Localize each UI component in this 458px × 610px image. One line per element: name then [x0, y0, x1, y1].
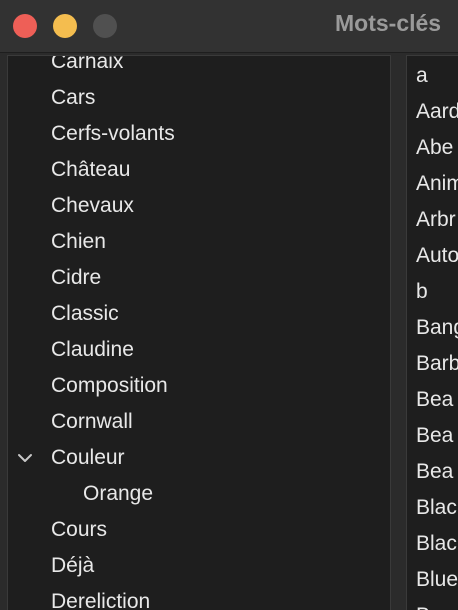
- keyword-list-item[interactable]: Blue: [407, 562, 458, 598]
- zoom-window-button[interactable]: [93, 14, 117, 38]
- keyword-list-item[interactable]: Arbr: [407, 202, 458, 238]
- keyword-label: Déjà: [51, 554, 95, 577]
- keyword-row[interactable]: Chien: [8, 224, 390, 260]
- keyword-list-item[interactable]: a: [407, 58, 458, 94]
- keyword-row[interactable]: Chevaux: [8, 188, 390, 224]
- chevron-down-icon[interactable]: [16, 440, 34, 476]
- keyword-row[interactable]: Couleur: [8, 440, 390, 476]
- keyword-outline-list: Carhaix Cars Cerfs-volants Château Chevaux Ch…: [8, 55, 390, 610]
- keyword-list-panel[interactable]: aAardAbeAnimArbrAutobBangBarbBeaBeaBeaBl…: [406, 55, 458, 610]
- minimize-window-button[interactable]: [53, 14, 77, 38]
- keyword-list-item[interactable]: Blac: [407, 526, 458, 562]
- keyword-list-item[interactable]: Bea: [407, 418, 458, 454]
- keyword-label: Cornwall: [51, 410, 133, 433]
- keyword-label: Claudine: [51, 338, 134, 361]
- keyword-label: Chevaux: [51, 194, 134, 217]
- keyword-list-item[interactable]: Abe: [407, 130, 458, 166]
- keyword-alpha-list: aAardAbeAnimArbrAutobBangBarbBeaBeaBeaBl…: [407, 58, 458, 610]
- keyword-label: Cars: [51, 86, 96, 109]
- keyword-label: Classic: [51, 302, 119, 325]
- keyword-row[interactable]: Cidre: [8, 260, 390, 296]
- keyword-row[interactable]: Classic: [8, 296, 390, 332]
- keyword-row[interactable]: Cars: [8, 80, 390, 116]
- keyword-row[interactable]: Déjà: [8, 548, 390, 584]
- keyword-label: Dereliction: [51, 590, 151, 610]
- keyword-label: Cours: [51, 518, 108, 541]
- keyword-label: Château: [51, 158, 131, 181]
- keyword-list-item[interactable]: Anim: [407, 166, 458, 202]
- keywords-window: Mots-clés Carhaix Cars Cerfs-volants Châtea…: [0, 0, 458, 610]
- keyword-label: Chien: [51, 230, 106, 253]
- keyword-list-item[interactable]: Auto: [407, 238, 458, 274]
- keyword-row[interactable]: Cours: [8, 512, 390, 548]
- keyword-row[interactable]: Carhaix: [8, 55, 390, 80]
- keyword-row[interactable]: Claudine: [8, 332, 390, 368]
- window-title: Mots-clés: [335, 10, 442, 36]
- keyword-row[interactable]: Cerfs-volants: [8, 116, 390, 152]
- keyword-row[interactable]: Dereliction: [8, 584, 390, 610]
- keyword-row[interactable]: Orange: [8, 476, 390, 512]
- keyword-label: Couleur: [51, 446, 125, 469]
- keyword-list-item[interactable]: Aard: [407, 94, 458, 130]
- keyword-label: Cidre: [51, 266, 102, 289]
- keyword-outline-panel[interactable]: Carhaix Cars Cerfs-volants Château Chevaux Ch…: [7, 55, 391, 610]
- keyword-row[interactable]: Composition: [8, 368, 390, 404]
- keyword-list-item[interactable]: Blac: [407, 490, 458, 526]
- keyword-label: Orange: [83, 482, 154, 505]
- keyword-label: Carhaix: [51, 55, 124, 73]
- keyword-list-item[interactable]: b: [407, 274, 458, 310]
- close-window-button[interactable]: [13, 14, 37, 38]
- keyword-list-item[interactable]: Bro: [407, 598, 458, 610]
- keyword-list-item[interactable]: Barb: [407, 346, 458, 382]
- keyword-list-item[interactable]: Bea: [407, 382, 458, 418]
- keyword-row[interactable]: Cornwall: [8, 404, 390, 440]
- keyword-label: Cerfs-volants: [51, 122, 175, 145]
- keyword-row[interactable]: Château: [8, 152, 390, 188]
- keyword-label: Composition: [51, 374, 168, 397]
- title-bar[interactable]: Mots-clés: [0, 0, 458, 53]
- keyword-list-item[interactable]: Bang: [407, 310, 458, 346]
- keyword-list-item[interactable]: Bea: [407, 454, 458, 490]
